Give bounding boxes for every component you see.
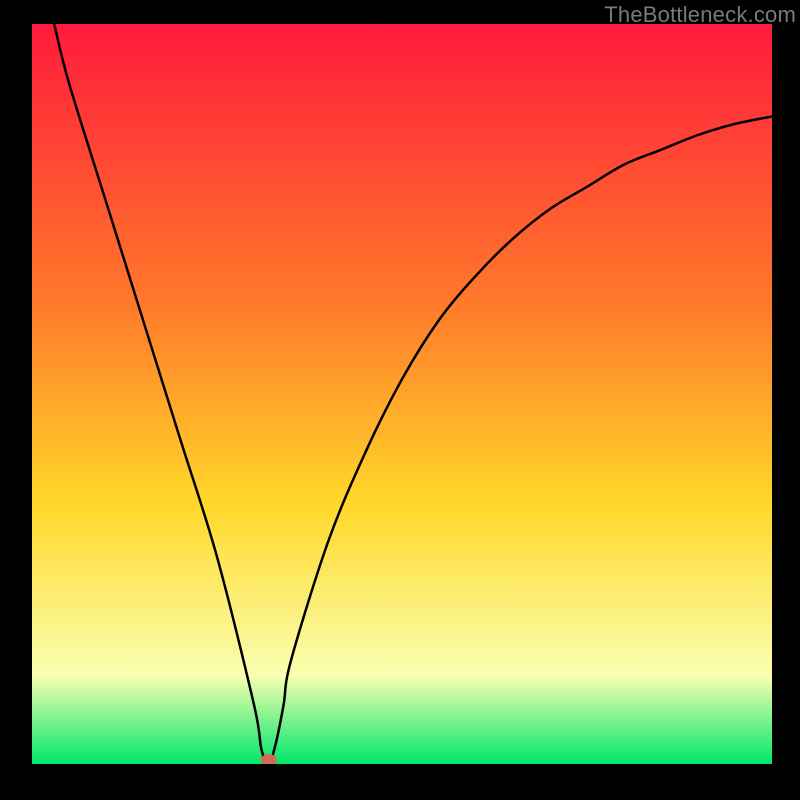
- attribution-label: TheBottleneck.com: [604, 2, 796, 28]
- gradient-background: [32, 24, 772, 764]
- chart-frame: [32, 24, 772, 764]
- plot-area: [32, 24, 772, 764]
- chart-svg: [32, 24, 772, 764]
